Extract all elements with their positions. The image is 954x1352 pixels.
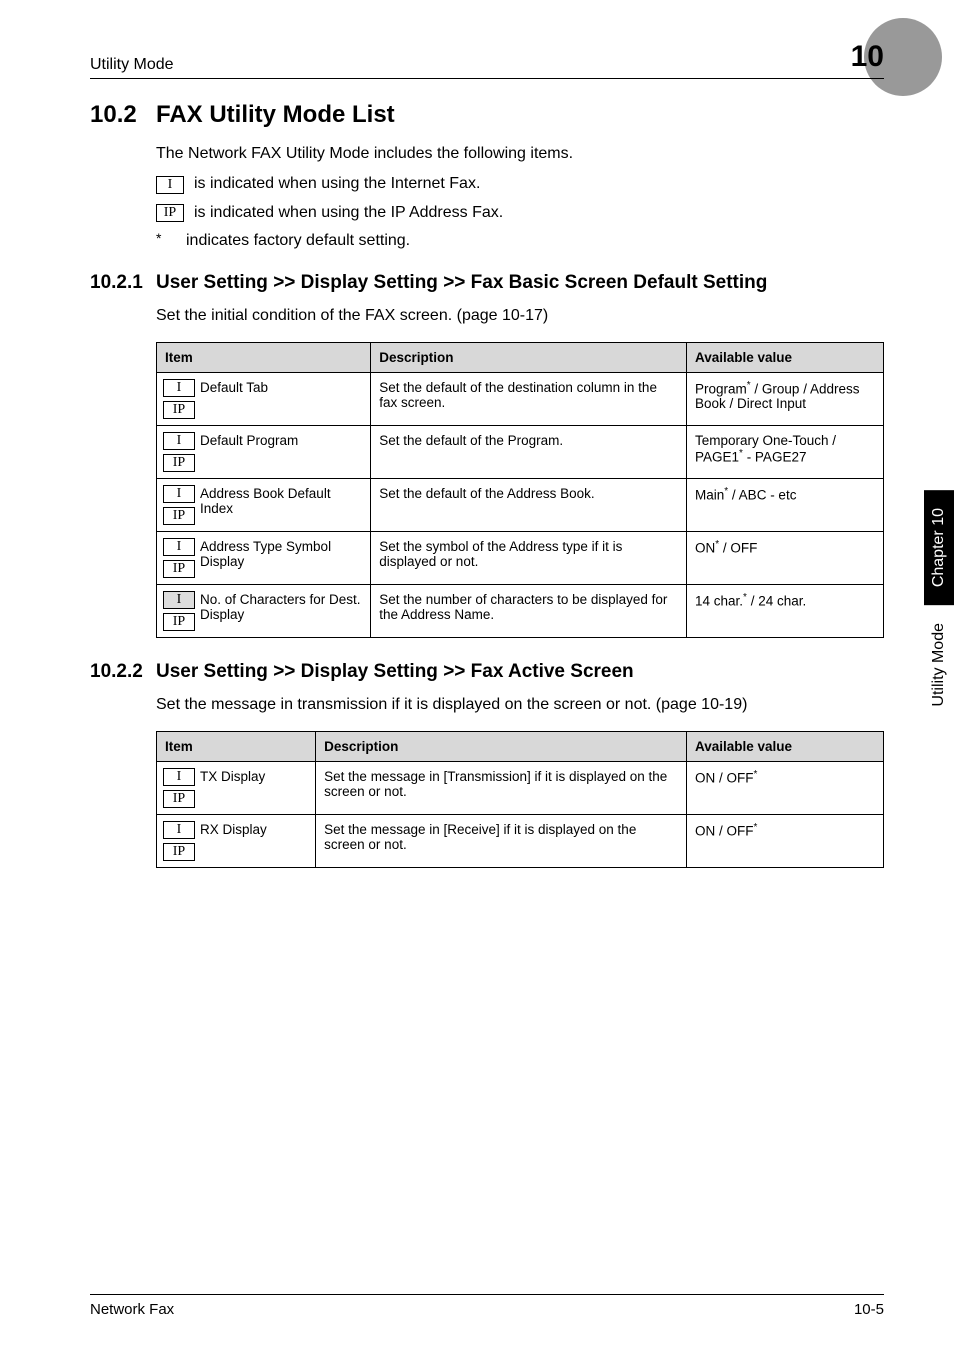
- row-icon-cell: I IP: [157, 584, 199, 637]
- ip-icon: IP: [163, 613, 195, 631]
- star-legend-text: indicates factory default setting.: [186, 230, 410, 252]
- chapter-number-badge: 10: [851, 40, 884, 74]
- i-icon: I: [163, 432, 195, 450]
- i-icon: I: [163, 821, 195, 839]
- table-header-item: Item: [157, 342, 371, 372]
- row-available-value: Main* / ABC - etc: [687, 478, 884, 531]
- ip-icon: IP: [163, 560, 195, 578]
- row-icon-cell: I IP: [157, 425, 199, 478]
- section-title-text: FAX Utility Mode List: [156, 101, 395, 128]
- row-available-value: 14 char.* / 24 char.: [687, 584, 884, 637]
- star-legend-row: * indicates factory default setting.: [156, 230, 884, 252]
- ip-icon: IP: [163, 507, 195, 525]
- table-header-available: Available value: [687, 731, 884, 761]
- ip-icon: IP: [163, 843, 195, 861]
- row-icon-cell: I IP: [157, 761, 199, 814]
- row-item: Address Type Symbol Display: [198, 531, 371, 584]
- row-description: Set the default of the Address Book.: [371, 478, 687, 531]
- row-item: RX Display: [198, 814, 316, 867]
- ip-icon: IP: [163, 401, 195, 419]
- subsection-2-text: Set the message in transmission if it is…: [156, 694, 884, 716]
- table-row: I IPNo. of Characters for Dest. DisplaySe…: [157, 584, 884, 637]
- table-row: I IPRX DisplaySet the message in [Receive…: [157, 814, 884, 867]
- ip-icon: IP: [163, 790, 195, 808]
- ip-icon: IP: [163, 454, 195, 472]
- row-item: Default Program: [198, 425, 371, 478]
- row-description: Set the message in [Transmission] if it …: [316, 761, 687, 814]
- subsection-2-title: User Setting >> Display Setting >> Fax A…: [156, 660, 880, 685]
- row-available-value: Temporary One-Touch / PAGE1* - PAGE27: [687, 425, 884, 478]
- i-icon: I: [163, 538, 195, 556]
- running-head: Utility Mode: [90, 56, 174, 74]
- ip-fax-indicator-row: IP is indicated when using the IP Addres…: [156, 202, 884, 224]
- section-heading: 10.2FAX Utility Mode List: [90, 101, 884, 129]
- row-description: Set the symbol of the Address type if it…: [371, 531, 687, 584]
- row-icon-cell: I IP: [157, 478, 199, 531]
- row-description: Set the message in [Receive] if it is di…: [316, 814, 687, 867]
- subsection-1-text: Set the initial condition of the FAX scr…: [156, 305, 884, 327]
- table-header-description: Description: [316, 731, 687, 761]
- section-intro: The Network FAX Utility Mode includes th…: [156, 143, 884, 165]
- side-tab-chapter: Chapter 10: [924, 490, 954, 605]
- i-icon: I: [163, 591, 195, 609]
- table-header-available: Available value: [687, 342, 884, 372]
- subsection-2-heading: 10.2.2User Setting >> Display Setting >>…: [90, 660, 884, 685]
- internet-fax-indicator-row: I is indicated when using the Internet F…: [156, 173, 884, 195]
- table-1: Item Description Available value IIPDefa…: [156, 342, 884, 638]
- row-item: Address Book Default Index: [198, 478, 371, 531]
- table-header-item: Item: [157, 731, 316, 761]
- footer-left: Network Fax: [90, 1301, 174, 1318]
- side-tab-section: Utility Mode: [924, 605, 954, 725]
- row-item: TX Display: [198, 761, 316, 814]
- subsection-1-number: 10.2.1: [90, 271, 156, 296]
- section-number: 10.2: [90, 101, 156, 129]
- i-icon: I: [156, 176, 184, 194]
- row-available-value: Program* / Group / Address Book / Direct…: [687, 372, 884, 425]
- row-description: Set the default of the Program.: [371, 425, 687, 478]
- table-row: I IPAddress Book Default IndexSet the def…: [157, 478, 884, 531]
- table-2: Item Description Available value IIPTX D…: [156, 731, 884, 868]
- row-available-value: ON / OFF*: [687, 814, 884, 867]
- table-row: I IPDefault ProgramSet the default of the…: [157, 425, 884, 478]
- i-icon: I: [163, 485, 195, 503]
- row-icon-cell: I IP: [157, 531, 199, 584]
- table-row: I IPDefault TabSet the default of the des…: [157, 372, 884, 425]
- row-item: Default Tab: [198, 372, 371, 425]
- table-row: I IPAddress Type Symbol DisplaySet the sy…: [157, 531, 884, 584]
- subsection-1-heading: 10.2.1User Setting >> Display Setting >>…: [90, 271, 884, 296]
- i-icon: I: [163, 379, 195, 397]
- internet-fax-indicator-text: is indicated when using the Internet Fax…: [194, 173, 480, 195]
- star-symbol: *: [156, 230, 186, 246]
- subsection-1-title: User Setting >> Display Setting >> Fax B…: [156, 271, 880, 296]
- i-icon: I: [163, 768, 195, 786]
- subsection-2-number: 10.2.2: [90, 660, 156, 685]
- row-icon-cell: I IP: [157, 372, 199, 425]
- chapter-number: 10: [851, 40, 884, 73]
- row-icon-cell: I IP: [157, 814, 199, 867]
- row-item: No. of Characters for Dest. Display: [198, 584, 371, 637]
- ip-icon: IP: [156, 204, 184, 222]
- row-available-value: ON* / OFF: [687, 531, 884, 584]
- row-description: Set the default of the destination colum…: [371, 372, 687, 425]
- table-row: I IPTX DisplaySet the message in [Transmi…: [157, 761, 884, 814]
- ip-fax-indicator-text: is indicated when using the IP Address F…: [194, 202, 503, 224]
- row-available-value: ON / OFF*: [687, 761, 884, 814]
- row-description: Set the number of characters to be displ…: [371, 584, 687, 637]
- footer-right: 10-5: [854, 1301, 884, 1318]
- table-header-description: Description: [371, 342, 687, 372]
